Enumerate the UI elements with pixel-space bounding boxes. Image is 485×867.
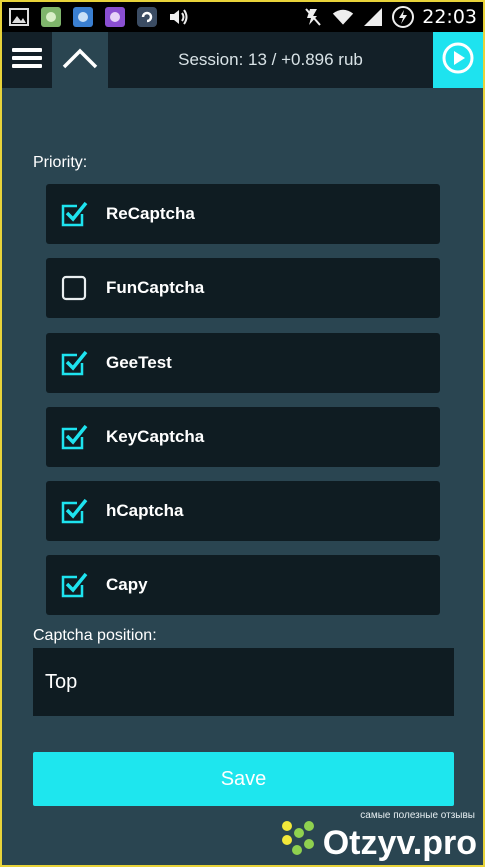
battery-icon: [392, 6, 415, 28]
priority-item[interactable]: hCaptcha: [46, 481, 440, 541]
hamburger-menu-icon: [12, 46, 42, 75]
system-status: 22:03: [302, 6, 477, 28]
priority-item-label: Capy: [106, 575, 148, 594]
watermark-logo-icon: [279, 818, 317, 863]
captcha-position-label: Captcha position:: [33, 627, 157, 644]
priority-item[interactable]: GeeTest: [46, 333, 440, 393]
checkbox-checked-icon[interactable]: [60, 497, 88, 525]
sync-icon: [136, 6, 158, 28]
priority-item[interactable]: ReCaptcha: [46, 184, 440, 244]
gallery-icon: [8, 6, 30, 28]
status-bar: 22:03: [2, 2, 483, 32]
volume-icon: [168, 6, 190, 28]
signal-icon: [362, 6, 384, 28]
priority-item-label: hCaptcha: [106, 501, 184, 520]
captcha-position-value: Top: [45, 670, 78, 693]
checkbox-checked-icon[interactable]: [60, 349, 88, 377]
watermark: Otzyv.pro: [279, 818, 477, 863]
app-icon: [40, 6, 62, 28]
clock: 22:03: [422, 6, 477, 28]
wifi-icon: [332, 6, 354, 28]
priority-item-label: FunCaptcha: [106, 278, 205, 297]
watermark-logo-text: Otzyv.pro: [322, 824, 477, 862]
checkbox-checked-icon[interactable]: [60, 423, 88, 451]
app-icon-3: [104, 6, 126, 28]
save-button[interactable]: Save: [33, 752, 454, 806]
priority-item-label: KeyCaptcha: [106, 427, 205, 446]
priority-item[interactable]: Capy: [46, 555, 440, 615]
play-icon: [441, 41, 475, 80]
menu-button[interactable]: [2, 32, 52, 88]
app-icon-2: [72, 6, 94, 28]
priority-item-label: GeeTest: [106, 353, 172, 372]
collapse-button[interactable]: [52, 32, 108, 88]
priority-item[interactable]: KeyCaptcha: [46, 407, 440, 467]
chevron-up-icon: [62, 47, 98, 74]
priority-item[interactable]: FunCaptcha: [46, 258, 440, 318]
mute-icon: [302, 6, 324, 28]
session-status: Session: 13 / +0.896 rub: [178, 50, 363, 69]
start-button[interactable]: [433, 32, 483, 88]
priority-label: Priority:: [33, 154, 88, 171]
priority-item-label: ReCaptcha: [106, 204, 195, 223]
captcha-position-select[interactable]: Top: [33, 648, 454, 716]
checkbox-unchecked-icon[interactable]: [60, 274, 88, 302]
checkbox-checked-icon[interactable]: [60, 571, 88, 599]
top-app-bar: Session: 13 / +0.896 rub: [2, 32, 483, 88]
checkbox-checked-icon[interactable]: [60, 200, 88, 228]
notification-icons: [8, 6, 190, 28]
